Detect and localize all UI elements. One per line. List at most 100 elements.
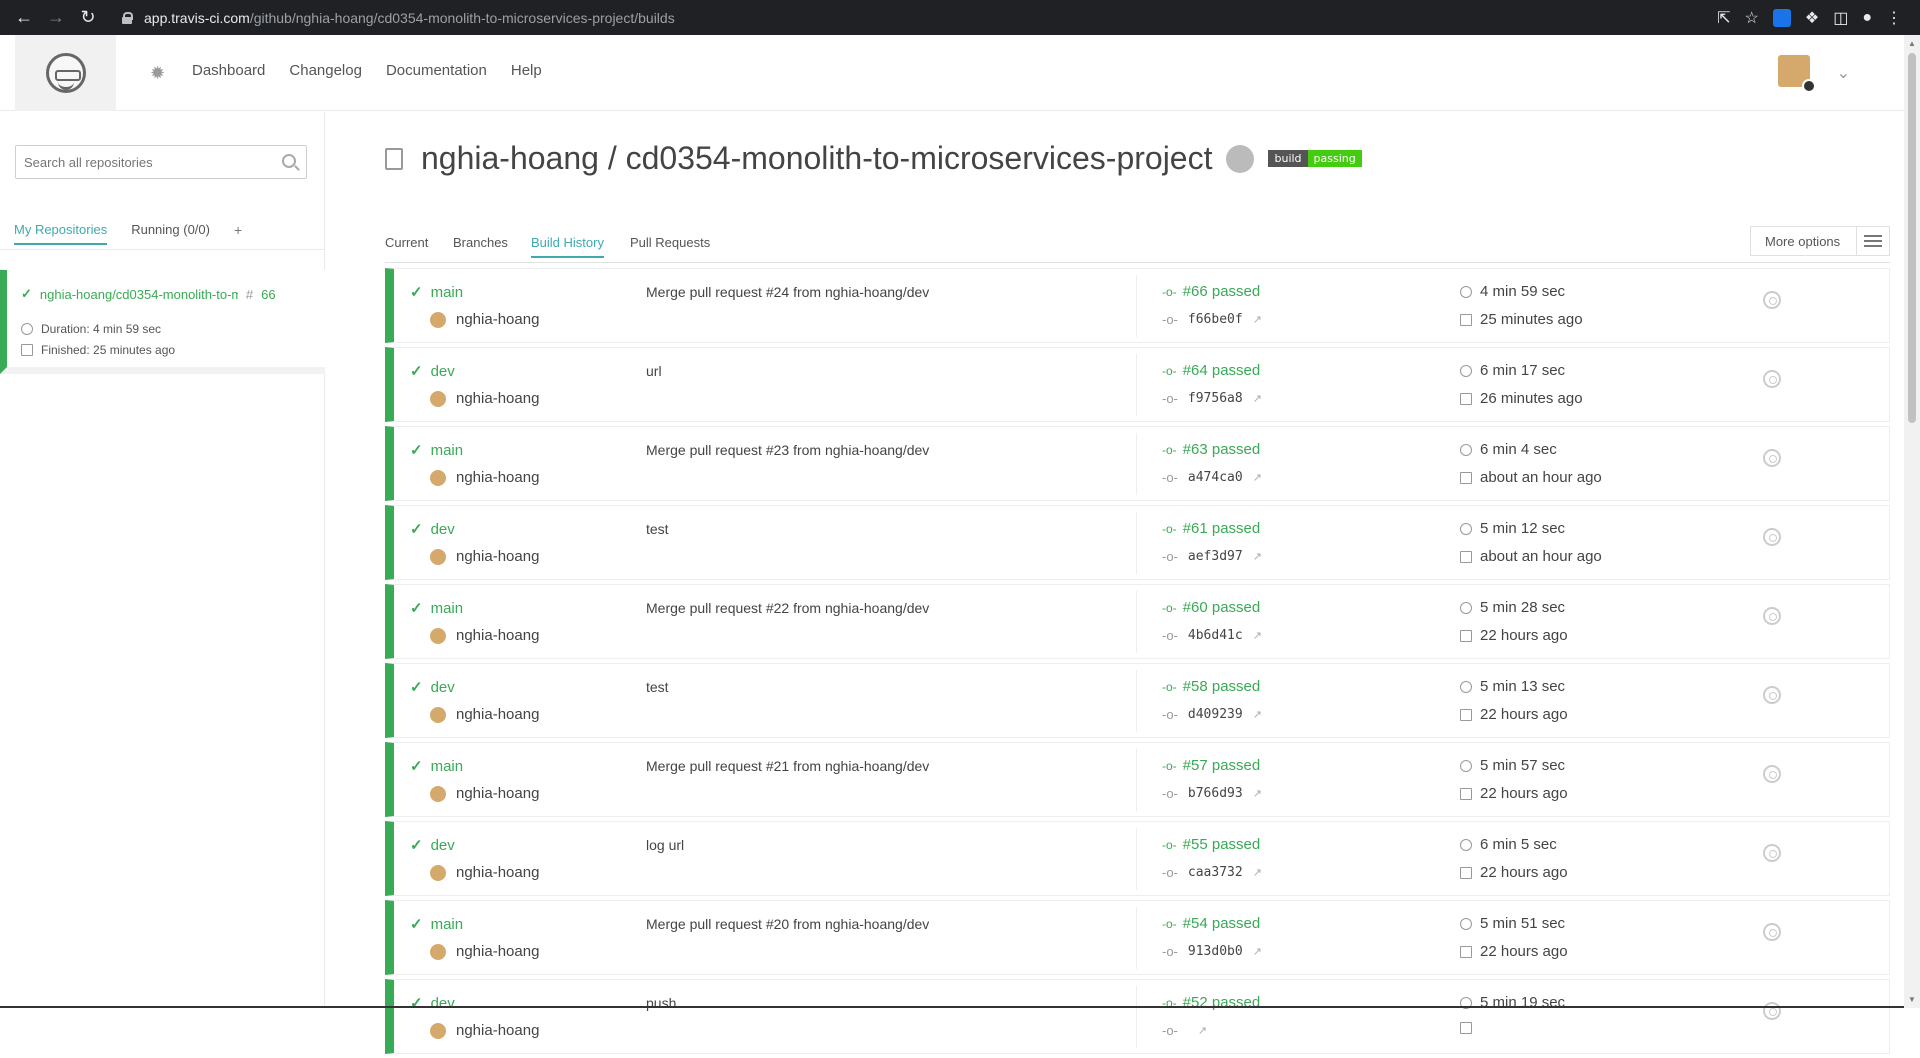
restart-build-icon[interactable] xyxy=(1763,844,1781,862)
external-link-icon[interactable]: ↗ xyxy=(1253,866,1262,879)
restart-build-icon[interactable] xyxy=(1763,291,1781,309)
commit-message[interactable]: test xyxy=(646,679,669,695)
build-state[interactable]: #55 passed xyxy=(1183,836,1261,853)
scrollbar-thumb[interactable] xyxy=(1908,53,1916,423)
commit-sha[interactable]: 913d0b0 xyxy=(1188,944,1243,959)
branch-name[interactable]: main xyxy=(431,442,464,459)
broadcast-icon[interactable]: ✹ xyxy=(150,63,170,87)
build-row[interactable]: ✓ dev nghia-hoang test -o- #61 passed -o… xyxy=(385,505,1890,580)
chevron-down-icon[interactable]: ⌄ xyxy=(1837,63,1850,83)
commit-sha[interactable]: a474ca0 xyxy=(1188,470,1243,485)
travis-logo[interactable] xyxy=(15,35,116,111)
repo-name-link[interactable]: nghia-hoang/cd0354-monolith-to-microserv… xyxy=(40,287,238,302)
restart-build-icon[interactable] xyxy=(1763,923,1781,941)
restart-build-icon[interactable] xyxy=(1763,1002,1781,1020)
external-link-icon[interactable]: ↗ xyxy=(1253,392,1262,405)
reload-icon[interactable]: ↻ xyxy=(72,7,104,28)
commit-message[interactable]: log url xyxy=(646,837,684,853)
branch-name[interactable]: dev xyxy=(431,521,455,538)
build-state[interactable]: #64 passed xyxy=(1183,362,1261,379)
back-icon[interactable]: ← xyxy=(8,7,40,28)
restart-build-icon[interactable] xyxy=(1763,686,1781,704)
build-state[interactable]: #57 passed xyxy=(1183,757,1261,774)
repo-card[interactable]: ✓ nghia-hoang/cd0354-monolith-to-microse… xyxy=(0,270,325,374)
search-icon[interactable] xyxy=(282,154,296,168)
extension-icon[interactable] xyxy=(1773,9,1791,27)
branch-name[interactable]: dev xyxy=(431,679,455,696)
address-bar[interactable]: app.travis-ci.com /github/nghia-hoang/cd… xyxy=(112,4,1709,32)
tab-pull-requests[interactable]: Pull Requests xyxy=(630,235,710,250)
github-icon[interactable] xyxy=(1226,145,1254,173)
branch-name[interactable]: main xyxy=(431,600,464,617)
commit-message[interactable]: Merge pull request #20 from nghia-hoang/… xyxy=(646,916,929,932)
commit-sha[interactable]: d409239 xyxy=(1188,707,1243,722)
restart-build-icon[interactable] xyxy=(1763,449,1781,467)
branch-name[interactable]: main xyxy=(431,758,464,775)
branch-name[interactable]: dev xyxy=(431,363,455,380)
user-avatar[interactable] xyxy=(1778,55,1810,87)
nav-changelog[interactable]: Changelog xyxy=(289,62,362,79)
puzzle-icon[interactable]: ❖ xyxy=(1805,8,1819,28)
external-link-icon[interactable]: ↗ xyxy=(1253,550,1262,563)
branch-name[interactable]: main xyxy=(431,284,464,301)
build-state[interactable]: #66 passed xyxy=(1183,283,1261,300)
commit-message[interactable]: push xyxy=(646,995,676,1011)
commit-message[interactable]: test xyxy=(646,521,669,537)
tab-current[interactable]: Current xyxy=(385,235,428,250)
scroll-up-icon[interactable]: ▲ xyxy=(1908,39,1916,48)
external-link-icon[interactable]: ↗ xyxy=(1253,629,1262,642)
commit-sha[interactable]: f66be0f xyxy=(1188,312,1243,327)
profile-icon[interactable]: ● xyxy=(1862,9,1872,27)
commit-sha[interactable]: caa3732 xyxy=(1188,865,1243,880)
tab-branches[interactable]: Branches xyxy=(453,235,508,250)
build-state[interactable]: #63 passed xyxy=(1183,441,1261,458)
build-state[interactable]: #61 passed xyxy=(1183,520,1261,537)
restart-build-icon[interactable] xyxy=(1763,765,1781,783)
build-row[interactable]: ✓ dev nghia-hoang url -o- #64 passed -o-… xyxy=(385,347,1890,422)
tab-running[interactable]: Running (0/0) xyxy=(131,222,210,245)
build-number-link[interactable]: 66 xyxy=(261,287,275,302)
sidepanel-icon[interactable]: ◫ xyxy=(1833,8,1848,28)
branch-name[interactable]: dev xyxy=(431,837,455,854)
external-link-icon[interactable]: ↗ xyxy=(1253,471,1262,484)
commit-message[interactable]: Merge pull request #22 from nghia-hoang/… xyxy=(646,600,929,616)
scrollbar[interactable]: ▲ ▼ xyxy=(1904,35,1920,1008)
build-row[interactable]: ✓ main nghia-hoang Merge pull request #2… xyxy=(385,426,1890,501)
tab-build-history[interactable]: Build History xyxy=(531,235,604,258)
branch-name[interactable]: main xyxy=(431,916,464,933)
commit-message[interactable]: Merge pull request #24 from nghia-hoang/… xyxy=(646,284,929,300)
commit-message[interactable]: url xyxy=(646,363,662,379)
build-row[interactable]: ✓ main nghia-hoang Merge pull request #2… xyxy=(385,584,1890,659)
build-row[interactable]: ✓ main nghia-hoang Merge pull request #2… xyxy=(385,268,1890,343)
nav-dashboard[interactable]: Dashboard xyxy=(192,62,265,79)
commit-sha[interactable]: b766d93 xyxy=(1188,786,1243,801)
build-state[interactable]: #54 passed xyxy=(1183,915,1261,932)
branch-name[interactable]: dev xyxy=(431,995,455,1012)
nav-help[interactable]: Help xyxy=(511,62,542,79)
kebab-menu-icon[interactable]: ⋮ xyxy=(1886,8,1902,28)
external-link-icon[interactable]: ↗ xyxy=(1253,313,1262,326)
restart-build-icon[interactable] xyxy=(1763,370,1781,388)
external-link-icon[interactable]: ↗ xyxy=(1198,1024,1207,1037)
build-status-badge[interactable]: build passing xyxy=(1268,150,1361,167)
build-row[interactable]: ✓ main nghia-hoang Merge pull request #2… xyxy=(385,742,1890,817)
more-options-button[interactable]: More options xyxy=(1750,226,1890,256)
build-row[interactable]: ✓ dev nghia-hoang log url -o- #55 passed… xyxy=(385,821,1890,896)
external-link-icon[interactable]: ↗ xyxy=(1253,787,1262,800)
external-link-icon[interactable]: ↗ xyxy=(1253,708,1262,721)
build-row[interactable]: ✓ dev nghia-hoang push -o- #52 passed -o… xyxy=(385,979,1890,1054)
search-input[interactable] xyxy=(16,146,266,178)
commit-sha[interactable]: aef3d97 xyxy=(1188,549,1243,564)
scroll-down-icon[interactable]: ▼ xyxy=(1908,995,1916,1004)
build-state[interactable]: #58 passed xyxy=(1183,678,1261,695)
tab-my-repositories[interactable]: My Repositories xyxy=(14,222,107,245)
build-row[interactable]: ✓ main nghia-hoang Merge pull request #2… xyxy=(385,900,1890,975)
build-state[interactable]: #60 passed xyxy=(1183,599,1261,616)
commit-message[interactable]: Merge pull request #21 from nghia-hoang/… xyxy=(646,758,929,774)
commit-sha[interactable]: 4b6d41c xyxy=(1188,628,1243,643)
forward-icon[interactable]: → xyxy=(40,7,72,28)
restart-build-icon[interactable] xyxy=(1763,607,1781,625)
build-state[interactable]: #52 passed xyxy=(1183,994,1261,1011)
external-link-icon[interactable]: ↗ xyxy=(1253,945,1262,958)
commit-sha[interactable]: f9756a8 xyxy=(1188,391,1243,406)
